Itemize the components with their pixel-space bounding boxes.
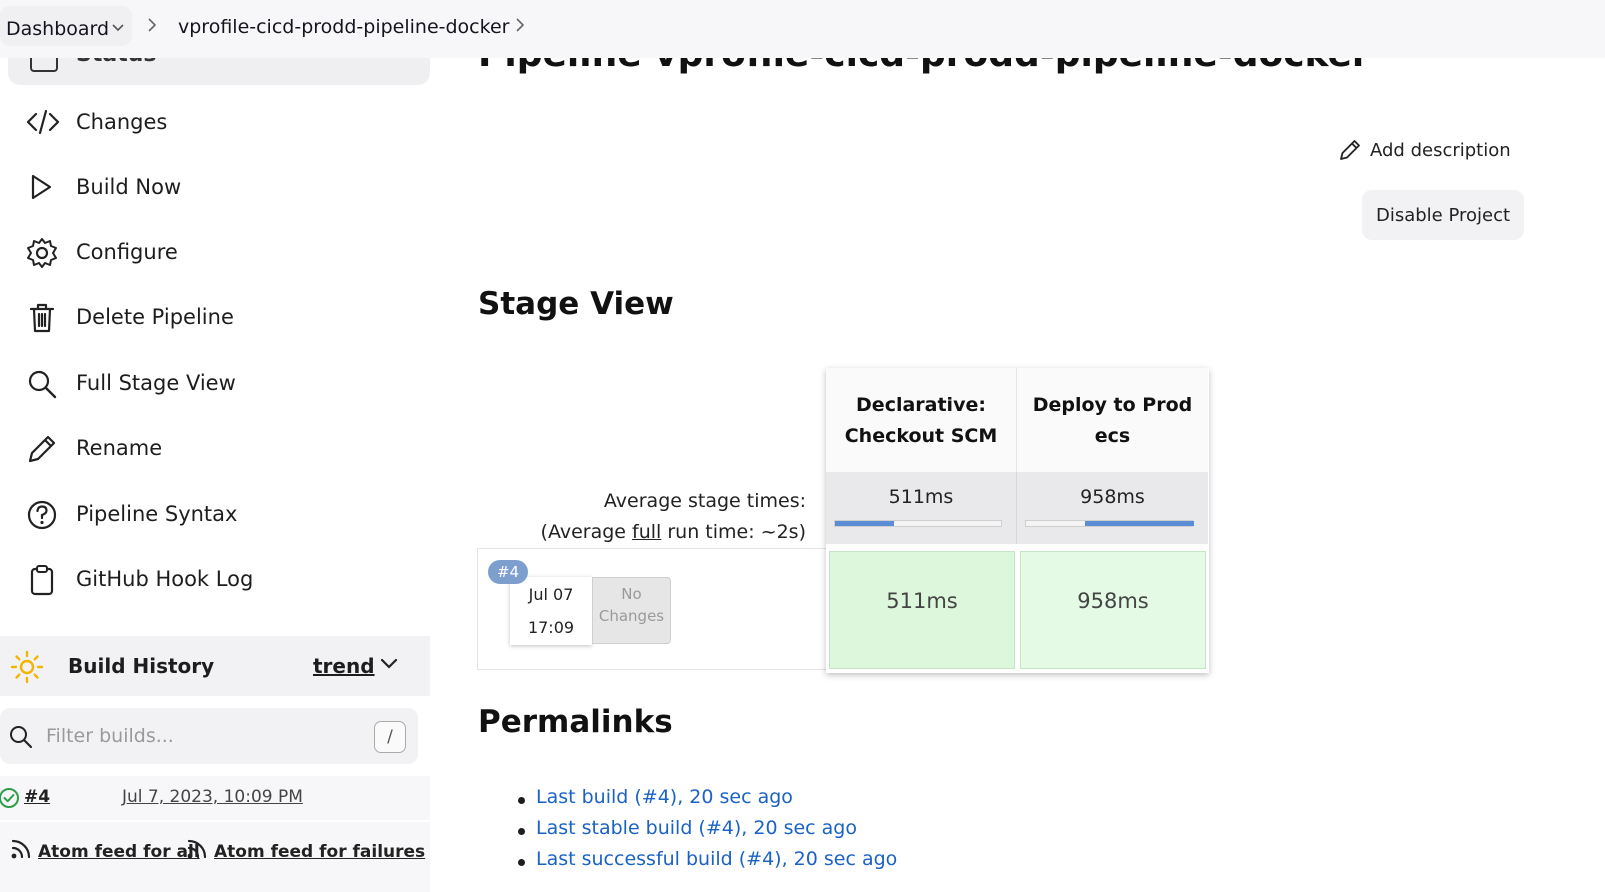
stage-cell-deploy-to-prod[interactable]: 958ms <box>1020 551 1206 669</box>
stage-cell-checkout-scm[interactable]: 511ms <box>829 551 1015 669</box>
rss-icon <box>11 839 31 859</box>
sidebar-item-label: Delete Pipeline <box>76 305 234 329</box>
average-run-prefix: (Average <box>540 521 633 543</box>
sidebar-item-label: Configure <box>76 240 178 264</box>
build-history-title: Build History <box>68 654 215 678</box>
breadcrumb-job[interactable]: vprofile-cicd-prodd-pipeline-docker <box>178 16 509 38</box>
search-icon <box>28 370 57 399</box>
run-date-time: 17:09 <box>527 618 575 637</box>
build-number-link[interactable]: #4 <box>24 787 50 807</box>
filter-builds-input[interactable] <box>46 722 346 750</box>
permalink-last-successful-build[interactable]: Last successful build (#4), 20 sec ago <box>518 848 897 879</box>
atom-feed-all-link[interactable]: Atom feed for all <box>10 838 200 862</box>
code-icon <box>26 109 60 135</box>
stage-name-line2: ecs <box>1094 425 1131 447</box>
build-history-header: Build History trend <box>0 636 430 696</box>
stage-header-deploy-to-prod: Deploy to Prod ecs <box>1017 368 1208 472</box>
run-badge[interactable]: #4 <box>488 560 528 584</box>
atom-feed-failures-label: Atom feed for failures <box>214 842 426 862</box>
sidebar-item-label: Pipeline Syntax <box>76 502 238 526</box>
run-changes[interactable]: No Changes <box>592 577 671 644</box>
sidebar-item-github-hook-log[interactable]: GitHub Hook Log <box>0 551 430 607</box>
run-changes-line2: Changes <box>598 607 665 625</box>
sidebar-item-delete-pipeline[interactable]: Delete Pipeline <box>0 289 430 345</box>
permalinks-list: Last build (#4), 20 sec ago Last stable … <box>518 786 897 879</box>
stage-average-bar <box>834 520 1002 527</box>
stage-name-line1: Declarative: <box>856 394 986 416</box>
sidebar-item-label: Build Now <box>76 175 182 199</box>
sidebar-item-configure[interactable]: Configure <box>0 224 430 280</box>
permalink-last-stable-build[interactable]: Last stable build (#4), 20 sec ago <box>518 817 897 848</box>
run-date: Jul 07 17:09 <box>510 577 592 645</box>
stage-average-bar-fill <box>1085 521 1194 526</box>
build-row[interactable]: #4 Jul 7, 2023, 10:09 PM <box>0 776 430 820</box>
permalinks-heading: Permalinks <box>478 704 673 740</box>
sidebar-item-rename[interactable]: Rename <box>0 420 430 476</box>
stage-name-line1: Deploy to Prod <box>1032 394 1193 416</box>
breadcrumb-dashboard[interactable]: Dashboard <box>0 6 132 46</box>
sidebar-item-full-stage-view[interactable]: Full Stage View <box>0 355 430 411</box>
breadcrumb: Dashboard vprofile-cicd-prodd-pipeline-d… <box>0 0 1605 58</box>
gear-icon <box>27 238 57 268</box>
stage-average-time: 511ms <box>888 486 954 508</box>
sidebar-item-build-now[interactable]: Build Now <box>0 159 430 215</box>
stage-average-time: 958ms <box>1080 486 1145 508</box>
trash-icon <box>29 303 55 333</box>
filter-builds: / <box>0 708 418 764</box>
run-date-day: Jul 07 <box>528 585 574 604</box>
clipboard-icon <box>30 565 54 596</box>
full-run-link[interactable]: full <box>632 521 661 543</box>
chevron-down-icon[interactable] <box>380 656 398 675</box>
add-description-button[interactable]: Add description <box>1338 138 1511 174</box>
average-stage-times: Average stage times: (Average full run t… <box>478 486 806 548</box>
chevron-right-icon[interactable] <box>514 15 526 39</box>
pencil-icon <box>1340 140 1360 160</box>
sun-icon <box>10 650 44 684</box>
run-changes-line1: No <box>621 585 642 603</box>
permalink-last-build[interactable]: Last build (#4), 20 sec ago <box>518 786 897 817</box>
atom-feed-all-label: Atom feed for all <box>38 842 200 862</box>
stage-header-checkout-scm: Declarative: Checkout SCM <box>826 368 1017 472</box>
stage-average-bar <box>1025 520 1194 527</box>
trend-link[interactable]: trend <box>313 654 375 678</box>
search-icon <box>10 726 33 749</box>
chevron-right-icon <box>146 15 158 39</box>
build-date-link[interactable]: Jul 7, 2023, 10:09 PM <box>122 787 303 807</box>
stage-name-line2: Checkout SCM <box>844 425 998 447</box>
sidebar-item-label: GitHub Hook Log <box>76 567 254 591</box>
sidebar-item-label: Rename <box>76 436 163 460</box>
chevron-down-icon[interactable] <box>111 16 125 38</box>
disable-project-button[interactable]: Disable Project <box>1362 190 1524 240</box>
rss-icon <box>187 839 207 859</box>
average-run-suffix: run time: ~2s) <box>661 521 806 543</box>
stage-view-heading: Stage View <box>478 286 674 322</box>
average-run-time: (Average full run time: ~2s) <box>478 517 806 548</box>
add-description-label: Add description <box>1370 140 1511 161</box>
play-icon <box>31 174 52 200</box>
stage-average-deploy-to-prod: 958ms <box>1017 472 1208 544</box>
sidebar-item-pipeline-syntax[interactable]: Pipeline Syntax <box>0 486 430 542</box>
sidebar-item-label: Full Stage View <box>76 371 236 395</box>
help-icon <box>27 500 57 530</box>
stage-view-table: Declarative: Checkout SCM Deploy to Prod… <box>826 368 1209 673</box>
atom-feeds: Atom feed for all Atom feed for failures <box>0 822 430 892</box>
keyboard-shortcut-badge: / <box>374 721 406 753</box>
success-check-icon <box>0 788 19 808</box>
sidebar-item-changes[interactable]: Changes <box>0 94 430 150</box>
atom-feed-failures-link[interactable]: Atom feed for failures <box>186 838 425 862</box>
stage-average-bar-fill <box>835 521 894 526</box>
breadcrumb-dashboard-label: Dashboard <box>6 18 110 40</box>
pencil-icon <box>28 435 56 463</box>
stage-average-checkout-scm: 511ms <box>826 472 1017 544</box>
sidebar-item-label: Changes <box>76 110 168 134</box>
average-stage-times-label: Average stage times: <box>603 490 806 512</box>
